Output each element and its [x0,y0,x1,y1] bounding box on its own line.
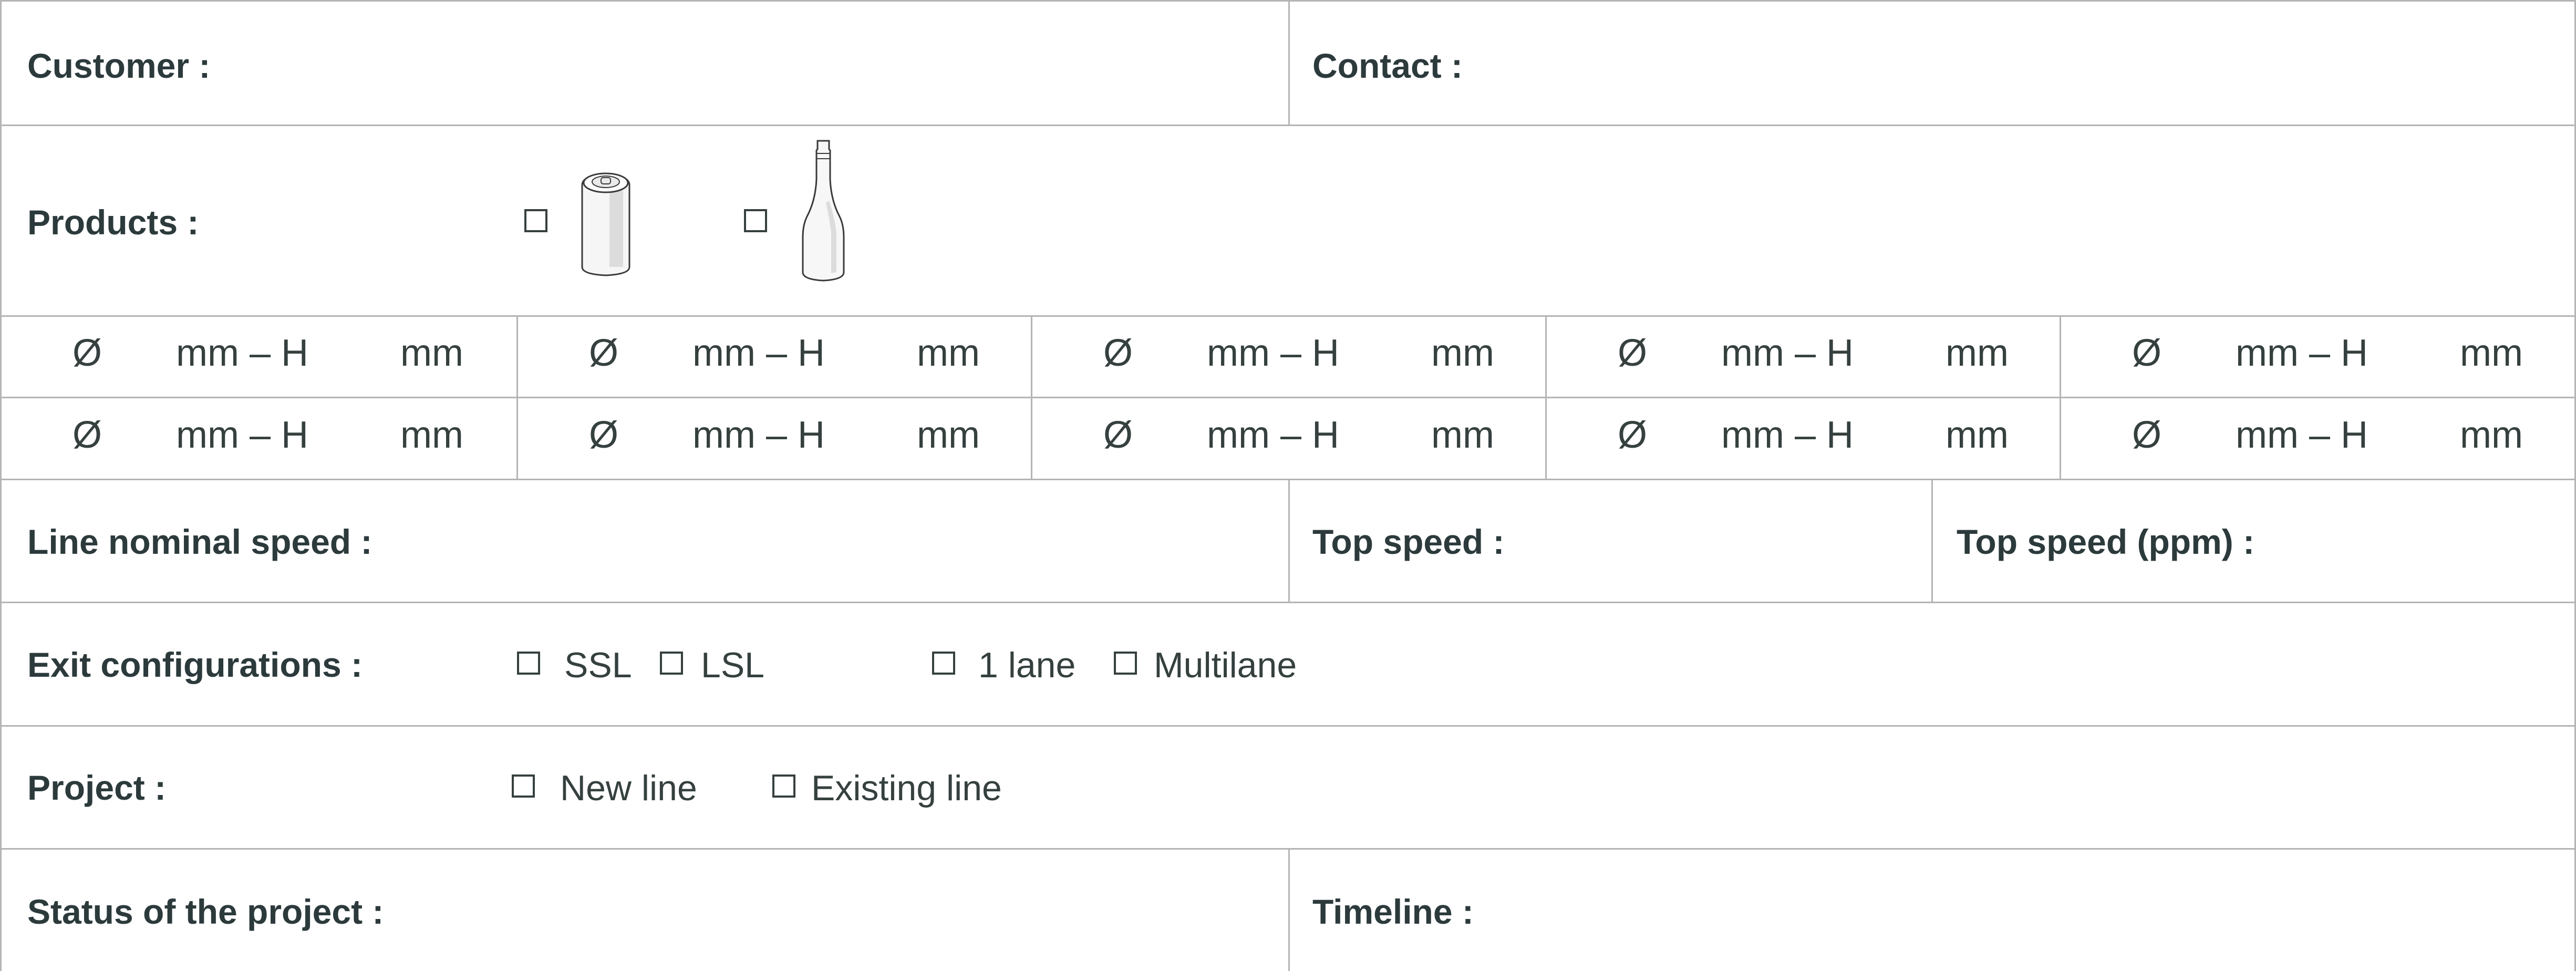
top-speed-label: Top speed : [1312,522,1505,561]
contact-label: Contact : [1312,46,1463,85]
diameter-symbol: Ø [2132,332,2162,374]
exit-multilane-label: Multilane [1154,645,1297,685]
dimension-mm-h: mm – H [2236,414,2368,456]
products-label: Products : [27,203,199,242]
exit-lsl-checkbox[interactable] [660,652,683,675]
row-divider [0,315,2576,317]
dimension-mm: mm [1431,332,1494,374]
col-divider [2060,315,2061,479]
diameter-symbol: Ø [73,414,102,456]
bottle-icon [800,138,847,285]
dimension-mm-h: mm – H [1721,414,1854,456]
project-label: Project : [27,768,167,807]
project-new-line-checkbox[interactable] [512,774,535,798]
dimension-mm: mm [1431,414,1494,456]
exit-1-lane-label: 1 lane [978,645,1076,685]
dimension-mm: mm [2460,414,2523,456]
dimension-mm: mm [917,414,980,456]
row-divider [0,602,2576,603]
dimension-mm: mm [2460,332,2523,374]
can-icon [577,167,635,282]
dimension-mm-h: mm – H [692,414,825,456]
dimension-mm-h: mm – H [2236,332,2368,374]
col-divider [1931,479,1933,602]
product-can-checkbox[interactable] [524,209,547,232]
dimension-mm-h: mm – H [176,414,308,456]
dimension-mm-h: mm – H [176,332,308,374]
status-of-project-label: Status of the project : [27,892,384,931]
exit-ssl-label: SSL [564,645,632,685]
col-divider [1288,479,1290,602]
diameter-symbol: Ø [589,332,619,374]
exit-ssl-checkbox[interactable] [517,652,540,675]
diameter-symbol: Ø [73,332,102,374]
diameter-symbol: Ø [2132,414,2162,456]
timeline-label: Timeline : [1312,892,1474,931]
dimension-mm: mm [400,414,463,456]
dimension-mm: mm [400,332,463,374]
col-divider [516,315,518,479]
dimension-mm: mm [1946,332,2009,374]
col-divider [1031,315,1032,479]
project-existing-line-checkbox[interactable] [772,774,795,798]
col-divider [1288,0,1290,125]
top-speed-ppm-label: Top speed (ppm) : [1957,522,2255,561]
dimension-mm-h: mm – H [1721,332,1854,374]
border-left [0,0,2,971]
diameter-symbol: Ø [589,414,619,456]
row-divider [0,725,2576,727]
project-new-line-label: New line [560,768,697,808]
dimension-mm-h: mm – H [1207,332,1339,374]
col-divider [1545,315,1547,479]
product-bottle-checkbox[interactable] [744,209,767,232]
line-nominal-speed-label: Line nominal speed : [27,522,373,561]
row-divider [0,125,2576,126]
customer-label: Customer : [27,46,211,85]
diameter-symbol: Ø [1103,332,1133,374]
exit-lsl-label: LSL [701,645,764,685]
exit-configurations-label: Exit configurations : [27,645,363,684]
diameter-symbol: Ø [1618,332,1648,374]
dimension-mm: mm [1946,414,2009,456]
project-existing-line-label: Existing line [811,768,1002,808]
row-divider [0,397,2576,398]
dimension-mm-h: mm – H [692,332,825,374]
diameter-symbol: Ø [1103,414,1133,456]
exit-multilane-checkbox[interactable] [1114,652,1137,675]
dimension-mm-h: mm – H [1207,414,1339,456]
exit-1-lane-checkbox[interactable] [932,652,955,675]
col-divider [1288,848,1290,971]
diameter-symbol: Ø [1618,414,1648,456]
dimension-mm: mm [917,332,980,374]
